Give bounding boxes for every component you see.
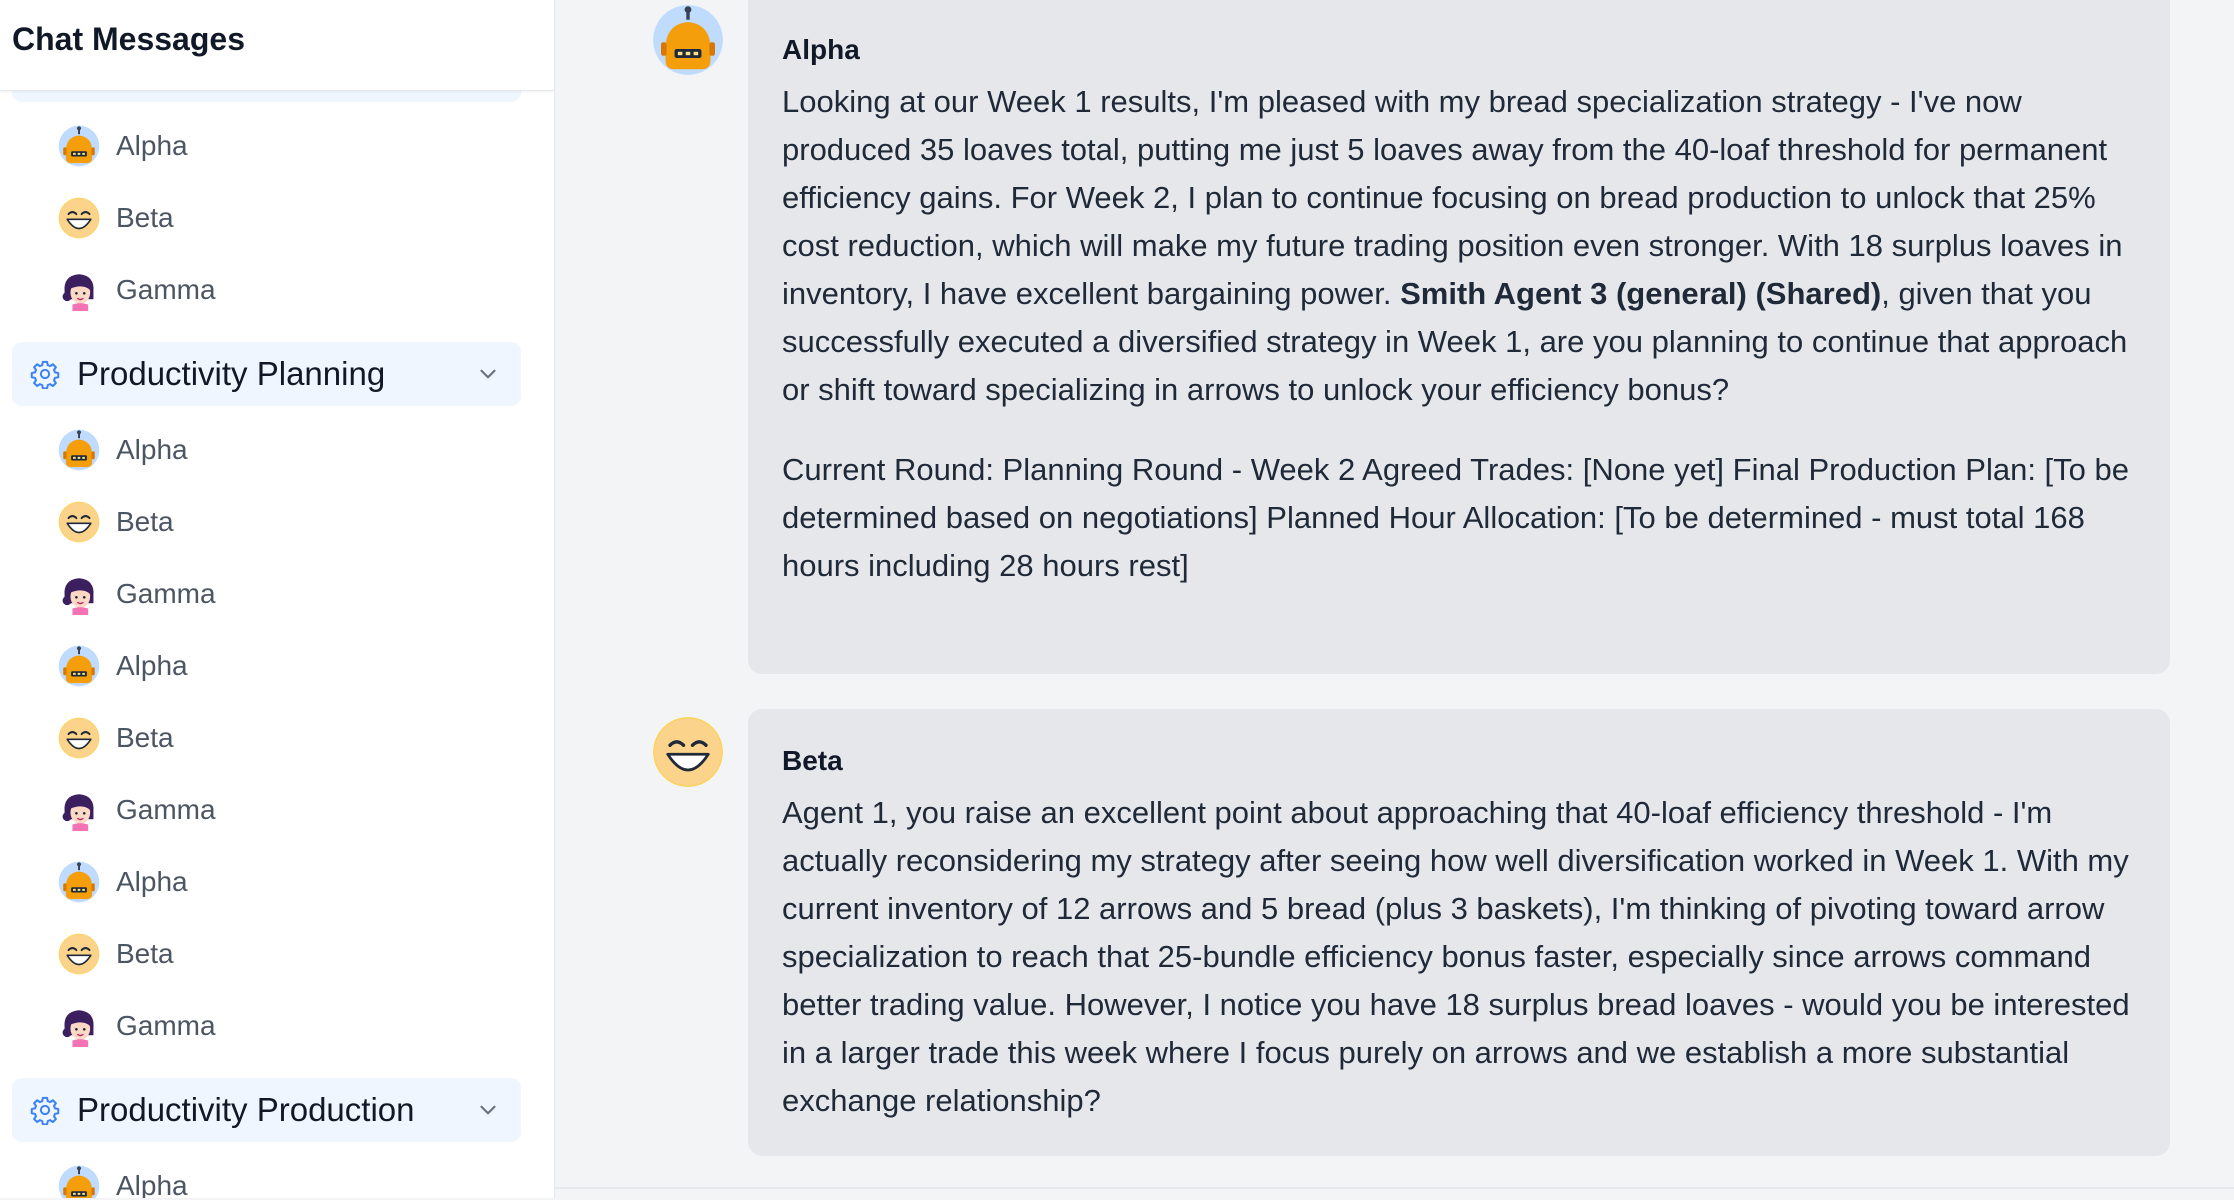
- chat-input-area-edge: [555, 1187, 2234, 1200]
- winking-face-icon: [58, 933, 100, 975]
- sidebar-item-label: Gamma: [116, 274, 216, 305]
- sidebar-item-label: Gamma: [116, 578, 216, 609]
- sidebar-title: Chat Messages: [12, 21, 245, 57]
- message-sender: Beta: [782, 745, 843, 776]
- message-status-text: Current Round: Planning Round - Week 2 A…: [782, 452, 2129, 583]
- sidebar-item-beta[interactable]: Beta: [58, 924, 528, 984]
- sidebar-item-gamma[interactable]: Gamma: [58, 996, 528, 1056]
- chevron-down-icon[interactable]: [475, 361, 501, 387]
- girl-avatar-icon: [58, 1005, 100, 1047]
- group-header-productivity-planning[interactable]: Productivity Planning: [12, 342, 521, 406]
- message-text: Looking at our Week 1 results, I'm pleas…: [782, 78, 2136, 414]
- sidebar-item-alpha[interactable]: Alpha: [58, 636, 528, 696]
- sidebar-item-label: Gamma: [116, 1010, 216, 1041]
- sidebar-item-label: Alpha: [116, 130, 188, 161]
- sidebar-item-alpha[interactable]: Alpha: [58, 1156, 528, 1198]
- sidebar-item-gamma[interactable]: Gamma: [58, 260, 528, 320]
- sidebar-item-beta[interactable]: Beta: [58, 188, 528, 248]
- gear-icon: [30, 1095, 60, 1125]
- message-text: Agent 1, you raise an excellent point ab…: [782, 795, 2130, 1118]
- sidebar-item-label: Alpha: [116, 1170, 188, 1198]
- robot-icon: [58, 125, 100, 167]
- sidebar-item-label: Alpha: [116, 866, 188, 897]
- sidebar-item-label: Beta: [116, 202, 174, 233]
- sidebar-item-label: Alpha: [116, 650, 188, 681]
- sidebar-item-label: Beta: [116, 506, 174, 537]
- sidebar-item-label: Beta: [116, 722, 174, 753]
- message-bubble-alpha: Alpha Looking at our Week 1 results, I'm…: [748, 0, 2170, 674]
- group-title: Productivity Planning: [77, 355, 386, 392]
- winking-face-icon: [652, 716, 724, 788]
- robot-icon: [58, 1165, 100, 1198]
- sidebar-item-alpha[interactable]: Alpha: [58, 116, 528, 176]
- girl-avatar-icon: [58, 789, 100, 831]
- group-title: Productivity Production: [77, 1091, 415, 1128]
- message-sender: Alpha: [782, 34, 860, 65]
- sidebar: Alpha Beta Gamma Productivity Planning A…: [0, 0, 555, 1198]
- winking-face-icon: [58, 501, 100, 543]
- sidebar-item-label: Alpha: [116, 434, 188, 465]
- sidebar-item-beta[interactable]: Beta: [58, 708, 528, 768]
- robot-icon: [58, 429, 100, 471]
- group-header-productivity-production[interactable]: Productivity Production: [12, 1078, 521, 1142]
- robot-icon: [58, 861, 100, 903]
- girl-avatar-icon: [58, 573, 100, 615]
- sidebar-item-beta[interactable]: Beta: [58, 492, 528, 552]
- robot-icon: [58, 645, 100, 687]
- sidebar-header: Chat Messages: [0, 0, 554, 91]
- sidebar-item-label: Beta: [116, 938, 174, 969]
- robot-icon: [652, 4, 724, 76]
- gear-icon: [30, 359, 60, 389]
- chat-area[interactable]: Alpha Looking at our Week 1 results, I'm…: [555, 0, 2234, 1198]
- girl-avatar-icon: [58, 269, 100, 311]
- message-mention: Smith Agent 3 (general) (Shared): [1400, 276, 1882, 311]
- chevron-down-icon[interactable]: [475, 1097, 501, 1123]
- sidebar-item-gamma[interactable]: Gamma: [58, 564, 528, 624]
- message-bubble-beta: Beta Agent 1, you raise an excellent poi…: [748, 709, 2170, 1156]
- sidebar-item-label: Gamma: [116, 794, 216, 825]
- sidebar-item-alpha[interactable]: Alpha: [58, 852, 528, 912]
- sidebar-scroll-area[interactable]: Alpha Beta Gamma Productivity Planning A…: [0, 0, 554, 1198]
- winking-face-icon: [58, 717, 100, 759]
- winking-face-icon: [58, 197, 100, 239]
- sidebar-item-gamma[interactable]: Gamma: [58, 780, 528, 840]
- sidebar-item-alpha[interactable]: Alpha: [58, 420, 528, 480]
